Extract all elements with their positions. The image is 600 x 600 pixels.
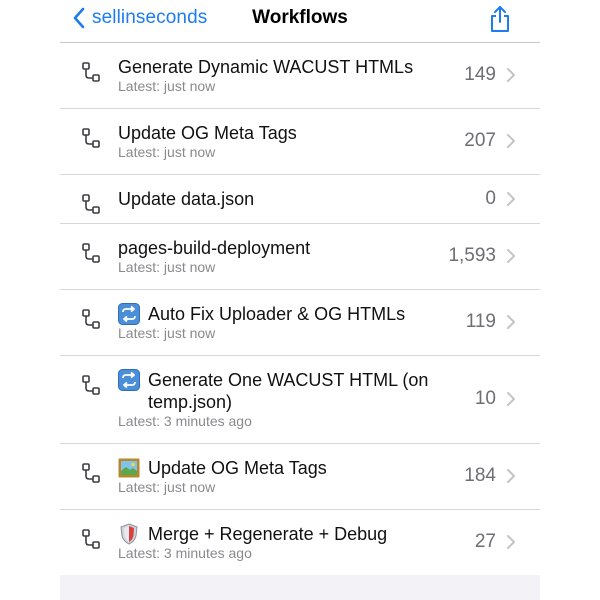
- chevron-right-icon: [506, 314, 516, 330]
- workflow-name: Update OG Meta Tags: [118, 457, 430, 479]
- workflow-name-text: Generate One WACUST HTML (on temp.json): [148, 370, 429, 412]
- workflow-icon: [80, 193, 102, 215]
- back-button-label: sellinseconds: [92, 7, 208, 28]
- run-count: 1,593: [448, 245, 496, 266]
- workflow-name: pages-build-deployment: [118, 237, 430, 259]
- workflow-content: Merge + Regenerate + Debug Latest: 3 minu…: [118, 523, 430, 562]
- workflow-name: Update OG Meta Tags: [118, 122, 430, 144]
- workflow-name-text: Update OG Meta Tags: [148, 458, 327, 478]
- run-count: 207: [464, 130, 496, 151]
- workflow-row[interactable]: Generate One WACUST HTML (on temp.json) L…: [60, 356, 540, 444]
- workflow-name: Auto Fix Uploader & OG HTMLs: [118, 303, 430, 325]
- list-footer: [60, 575, 540, 600]
- chevron-left-icon: [73, 7, 85, 29]
- repeat-icon: [118, 303, 140, 325]
- workflow-row[interactable]: Update OG Meta Tags Latest: just now 207: [60, 109, 540, 175]
- framed-picture-icon: [118, 457, 140, 479]
- shield-icon: [118, 523, 140, 545]
- workflow-content: Generate Dynamic WACUST HTMLs Latest: jus…: [118, 56, 430, 95]
- workflow-name-text: Auto Fix Uploader & OG HTMLs: [148, 304, 406, 324]
- chevron-right-icon: [506, 534, 516, 550]
- workflow-icon: [80, 61, 102, 83]
- workflow-icon: [80, 242, 102, 264]
- workflow-latest: Latest: just now: [118, 144, 216, 160]
- chevron-right-icon: [506, 248, 516, 264]
- workflow-latest: Latest: 3 minutes ago: [118, 545, 252, 561]
- workflow-content: Update data.json: [118, 188, 430, 210]
- back-button[interactable]: sellinseconds: [72, 6, 207, 30]
- workflow-icon: [80, 308, 102, 330]
- repeat-icon: [118, 369, 140, 391]
- workflow-row[interactable]: Merge + Regenerate + Debug Latest: 3 minu…: [60, 510, 540, 576]
- workflow-row[interactable]: pages-build-deployment Latest: just now 1,…: [60, 224, 540, 290]
- workflow-row[interactable]: Auto Fix Uploader & OG HTMLs Latest: just…: [60, 290, 540, 356]
- run-count: 27: [474, 531, 496, 552]
- workflow-content: Generate One WACUST HTML (on temp.json) L…: [118, 369, 430, 430]
- workflow-name-text: Update OG Meta Tags: [118, 123, 297, 143]
- chevron-right-icon: [506, 468, 516, 484]
- workflow-icon: [80, 127, 102, 149]
- workflow-name-text: pages-build-deployment: [118, 238, 311, 258]
- workflow-name-text: Generate Dynamic WACUST HTMLs: [118, 57, 414, 77]
- workflow-icon: [80, 528, 102, 550]
- run-count: 184: [464, 465, 496, 486]
- workflow-name: Generate Dynamic WACUST HTMLs: [118, 56, 430, 78]
- workflow-name-text: Update data.json: [118, 189, 255, 209]
- workflow-row[interactable]: Generate Dynamic WACUST HTMLs Latest: jus…: [60, 43, 540, 109]
- run-count: 0: [485, 188, 496, 209]
- run-count: 149: [464, 64, 496, 85]
- workflow-icon: [80, 374, 102, 396]
- chevron-right-icon: [506, 391, 516, 407]
- workflow-content: Auto Fix Uploader & OG HTMLs Latest: just…: [118, 303, 430, 342]
- workflow-list: Generate Dynamic WACUST HTMLs Latest: jus…: [60, 43, 540, 576]
- workflow-content: pages-build-deployment Latest: just now: [118, 237, 430, 276]
- workflow-content: Update OG Meta Tags Latest: just now: [118, 122, 430, 161]
- navigation-bar: sellinseconds Workflows: [60, 0, 540, 43]
- workflow-icon: [80, 462, 102, 484]
- workflow-row[interactable]: Update data.json 0: [60, 175, 540, 224]
- workflow-latest: Latest: 3 minutes ago: [118, 413, 252, 429]
- chevron-right-icon: [506, 67, 516, 83]
- workflow-name: Update data.json: [118, 188, 430, 210]
- run-count: 10: [474, 388, 496, 409]
- workflow-latest: Latest: just now: [118, 78, 216, 94]
- workflow-content: Update OG Meta Tags Latest: just now: [118, 457, 430, 496]
- run-count: 119: [465, 311, 496, 332]
- workflow-name: Generate One WACUST HTML (on temp.json): [118, 369, 430, 413]
- workflow-row[interactable]: Update OG Meta Tags Latest: just now 184: [60, 444, 540, 510]
- chevron-right-icon: [506, 191, 516, 207]
- workflow-latest: Latest: just now: [118, 259, 216, 275]
- workflow-latest: Latest: just now: [118, 325, 216, 341]
- chevron-right-icon: [506, 133, 516, 149]
- workflow-name-text: Merge + Regenerate + Debug: [148, 524, 388, 544]
- workflow-latest: Latest: just now: [118, 479, 216, 495]
- share-icon[interactable]: [488, 5, 512, 33]
- workflow-name: Merge + Regenerate + Debug: [118, 523, 430, 545]
